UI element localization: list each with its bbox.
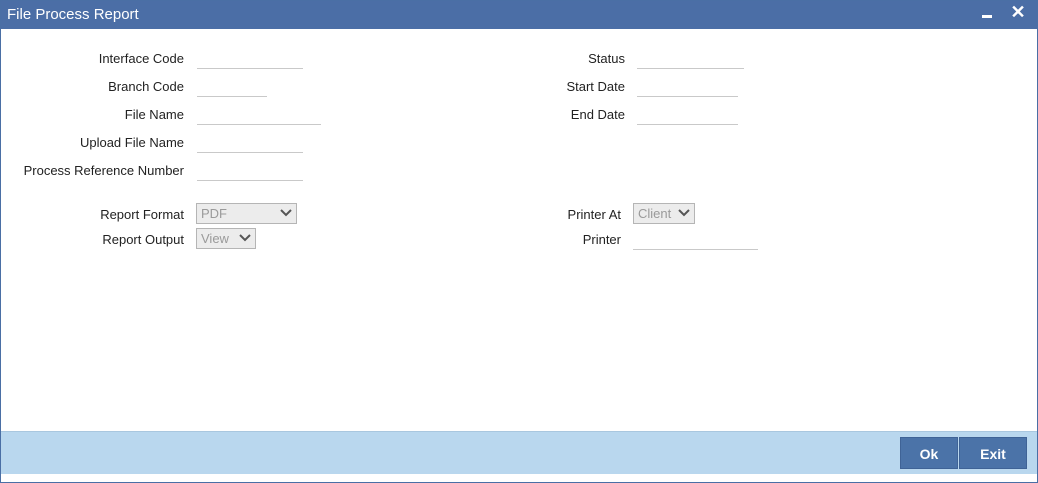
window-title: File Process Report (7, 6, 139, 23)
file-name-label: File Name (124, 107, 184, 122)
process-reference-number-label: Process Reference Number (23, 163, 184, 178)
report-output-label: Report Output (102, 232, 184, 247)
report-format-select[interactable]: PDF (196, 203, 297, 224)
end-date-label: End Date (570, 107, 625, 122)
exit-button[interactable]: Exit (959, 437, 1027, 469)
printer-label: Printer (582, 232, 621, 247)
printer-field[interactable] (633, 230, 758, 250)
interface-code-field[interactable] (197, 49, 303, 69)
end-date-field[interactable] (637, 105, 738, 125)
printer-at-value: Client (638, 206, 672, 221)
ok-button[interactable]: Ok (900, 437, 958, 469)
upload-file-name-label: Upload File Name (79, 135, 184, 150)
file-name-field[interactable] (197, 105, 321, 125)
close-icon[interactable]: ✕ (1009, 1, 1027, 23)
report-format-value: PDF (201, 206, 227, 221)
start-date-field[interactable] (637, 77, 738, 97)
file-process-report-window: File Process Report ✕ Interface Code Bra… (0, 0, 1038, 483)
status-field[interactable] (637, 49, 744, 69)
report-output-value: View (201, 231, 229, 246)
start-date-label: Start Date (566, 79, 625, 94)
minimize-icon[interactable] (981, 5, 993, 23)
chevron-down-icon (280, 209, 292, 217)
branch-code-label: Branch Code (108, 79, 184, 94)
upload-file-name-field[interactable] (197, 133, 303, 153)
printer-at-select[interactable]: Client (633, 203, 695, 224)
process-reference-number-field[interactable] (197, 161, 303, 181)
chevron-down-icon (239, 234, 251, 242)
status-label: Status (588, 51, 625, 66)
report-format-label: Report Format (100, 207, 184, 222)
interface-code-label: Interface Code (98, 51, 184, 66)
chevron-down-icon (678, 209, 690, 217)
footer-bar: Ok Exit (1, 431, 1037, 474)
report-output-select[interactable]: View (196, 228, 256, 249)
branch-code-field[interactable] (197, 77, 267, 97)
title-bar: File Process Report ✕ (1, 1, 1037, 29)
printer-at-label: Printer At (567, 207, 621, 222)
